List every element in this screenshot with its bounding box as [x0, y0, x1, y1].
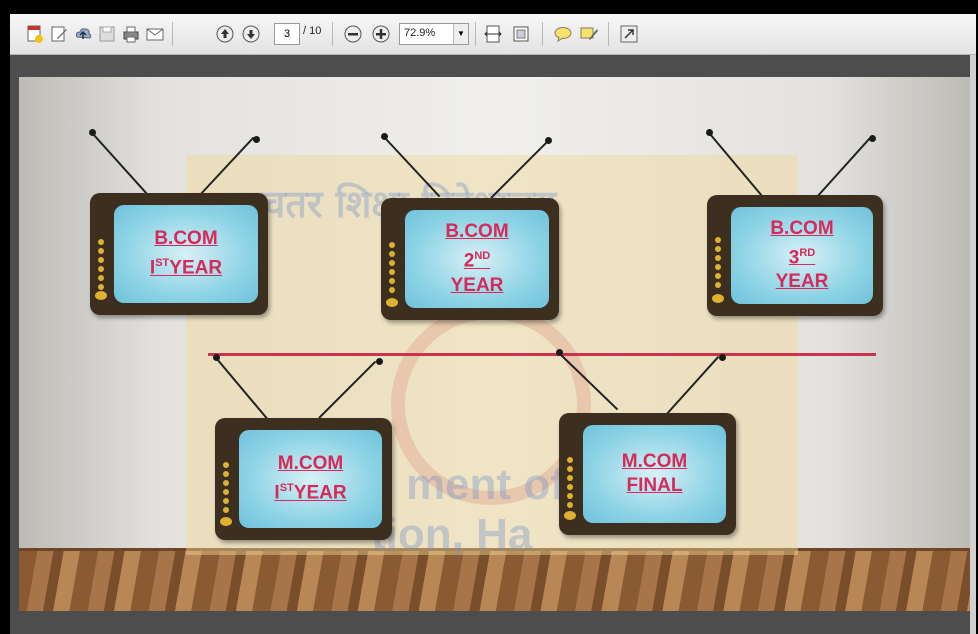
tv-label-line3[interactable]: YEAR — [776, 270, 829, 294]
antenna-tip — [89, 129, 96, 136]
divider-line — [208, 353, 876, 356]
scrollbar[interactable] — [970, 55, 976, 634]
antenna-tip — [706, 129, 713, 136]
upload-icon[interactable] — [72, 23, 94, 45]
prev-page-icon[interactable] — [214, 23, 236, 45]
page-number-input[interactable]: 3 — [274, 23, 300, 45]
antenna-tip — [719, 354, 726, 361]
edit-icon[interactable] — [48, 23, 70, 45]
tv-label-line2[interactable]: 2ND — [464, 244, 490, 273]
watermark-text-1: ment of — [406, 460, 565, 509]
antenna-tip — [253, 136, 260, 143]
toolbar-separator — [172, 22, 173, 46]
tv-bcom-2nd-year[interactable]: B.COM 2ND YEAR — [381, 198, 559, 320]
tv-label-line1[interactable]: M.COM — [278, 452, 343, 476]
toolbar-separator — [608, 22, 609, 46]
tv-label-line2[interactable]: 3RD — [789, 241, 815, 270]
tv-dots — [98, 239, 104, 293]
tv-bcom-1st-year[interactable]: B.COM ISTYEAR — [90, 193, 268, 315]
tv-dots — [389, 242, 395, 296]
fullscreen-icon[interactable] — [618, 23, 640, 45]
slide-page: उच्चतर शिक्षा निदेशालय ment of tion, Ha — [19, 77, 970, 611]
tv-screen: B.COM ISTYEAR — [114, 205, 258, 303]
antenna-tip — [213, 354, 220, 361]
tv-knob — [712, 294, 724, 303]
tv-label-line2[interactable]: ISTYEAR — [274, 476, 346, 505]
tv-label-line1[interactable]: B.COM — [154, 227, 217, 251]
tv-label-line1[interactable]: B.COM — [445, 220, 508, 244]
document-view[interactable]: उच्चतर शिक्षा निदेशालय ment of tion, Ha — [10, 55, 976, 634]
tv-mcom-1st-year[interactable]: M.COM ISTYEAR — [215, 418, 392, 540]
tv-screen: M.COM FINAL — [583, 425, 726, 523]
watermark-text-2: tion, Ha — [371, 510, 533, 559]
antenna-tip — [376, 358, 383, 365]
page-total: / 10 — [303, 25, 322, 37]
tv-screen: M.COM ISTYEAR — [239, 430, 382, 528]
tv-knob — [95, 291, 107, 300]
pdf-viewer-window: 3 / 10 72.9% ▼ उच्चतर शिक्षा निदेशालय me… — [10, 14, 976, 634]
email-icon[interactable] — [144, 23, 166, 45]
tv-mcom-final[interactable]: M.COM FINAL — [559, 413, 736, 535]
next-page-icon[interactable] — [240, 23, 262, 45]
fit-page-icon[interactable] — [510, 23, 532, 45]
tv-label-line3[interactable]: YEAR — [451, 274, 504, 298]
zoom-out-icon[interactable] — [342, 23, 364, 45]
tv-label-line1[interactable]: B.COM — [770, 217, 833, 241]
chevron-down-icon[interactable]: ▼ — [453, 24, 468, 44]
tv-label-line2[interactable]: ISTYEAR — [150, 251, 222, 280]
zoom-value: 72.9% — [404, 27, 436, 39]
print-icon[interactable] — [120, 23, 142, 45]
save-icon[interactable] — [96, 23, 118, 45]
zoom-in-icon[interactable] — [370, 23, 392, 45]
tv-label-line1[interactable]: M.COM — [622, 450, 687, 474]
tv-knob — [220, 517, 232, 526]
comment-icon[interactable] — [552, 23, 574, 45]
tv-dots — [715, 237, 721, 291]
toolbar-separator — [332, 22, 333, 46]
antenna-tip — [545, 137, 552, 144]
tv-knob — [564, 511, 576, 520]
antenna — [92, 133, 148, 195]
toolbar-separator — [542, 22, 543, 46]
toolbar-separator — [475, 22, 476, 46]
tv-dots — [567, 457, 573, 511]
tv-screen: B.COM 3RD YEAR — [731, 207, 873, 304]
zoom-select[interactable]: 72.9% ▼ — [399, 23, 469, 45]
tv-dots — [223, 462, 229, 516]
tv-bcom-3rd-year[interactable]: B.COM 3RD YEAR — [707, 195, 883, 316]
antenna-tip — [556, 349, 563, 356]
antenna — [815, 137, 871, 199]
tv-screen: B.COM 2ND YEAR — [405, 210, 549, 308]
create-pdf-icon[interactable] — [24, 23, 46, 45]
tv-label-line2[interactable]: FINAL — [627, 474, 683, 498]
highlight-icon[interactable] — [578, 23, 600, 45]
antenna-tip — [381, 133, 388, 140]
fit-width-icon[interactable] — [482, 23, 504, 45]
antenna-tip — [869, 135, 876, 142]
toolbar: 3 / 10 72.9% ▼ — [10, 14, 976, 55]
tv-knob — [386, 298, 398, 307]
